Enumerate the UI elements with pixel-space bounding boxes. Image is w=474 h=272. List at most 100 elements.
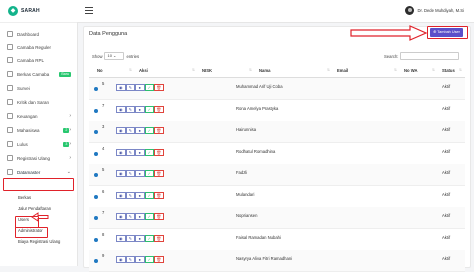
- column-header-aksi[interactable]: Aksi: [139, 68, 148, 73]
- sidebar-subitem-biaya-registrasi-ulang[interactable]: Biaya Registrasi Ulang: [18, 238, 60, 246]
- sidebar-subitem-jalur-pendaftaran[interactable]: Jalur Pendaftaran: [18, 205, 51, 213]
- view-button[interactable]: ◉: [116, 84, 126, 91]
- view-button[interactable]: ◉: [116, 170, 126, 177]
- user-button[interactable]: ●: [135, 213, 145, 220]
- row-expand-icon[interactable]: [94, 259, 98, 263]
- search-input[interactable]: [400, 52, 460, 60]
- edit-button[interactable]: ✎: [125, 148, 135, 156]
- table-row: 4 ◉ ✎ ● ✓ 🗑 Rodhatul Romadhina Aktif: [89, 143, 465, 165]
- user-button[interactable]: ●: [135, 84, 145, 91]
- user-button[interactable]: ●: [135, 191, 145, 199]
- edit-button[interactable]: ✎: [125, 191, 135, 199]
- sort-icon[interactable]: ⇅: [192, 68, 195, 72]
- edit-button[interactable]: ✎: [125, 256, 135, 263]
- view-button[interactable]: ◉: [116, 191, 126, 199]
- user-button[interactable]: ●: [135, 105, 145, 113]
- sidebar-item-camaba-reguler[interactable]: Camaba Reguler: [0, 41, 77, 53]
- sort-icon[interactable]: ⇅: [129, 68, 132, 72]
- user-button[interactable]: ●: [135, 127, 145, 134]
- edit-button[interactable]: ✎: [125, 170, 135, 177]
- check-button[interactable]: ✓: [144, 127, 154, 134]
- view-button[interactable]: ◉: [116, 148, 126, 156]
- row-expand-icon[interactable]: [94, 194, 98, 199]
- avatar[interactable]: [405, 6, 415, 15]
- check-button[interactable]: ✓: [144, 170, 154, 177]
- sidebar-item-label: Keuangan: [17, 113, 38, 119]
- delete-button[interactable]: 🗑: [154, 170, 164, 177]
- sidebar-item-survei[interactable]: Survei: [0, 82, 77, 94]
- user-button[interactable]: ●: [135, 170, 145, 177]
- view-button[interactable]: ◉: [116, 234, 126, 242]
- edit-button[interactable]: ✎: [125, 234, 135, 242]
- delete-button[interactable]: 🗑: [154, 234, 164, 242]
- column-header-no-wa[interactable]: No WA: [404, 68, 418, 73]
- sort-icon[interactable]: ⇅: [459, 68, 462, 72]
- lulus-icon: [7, 141, 13, 147]
- delete-button[interactable]: 🗑: [154, 105, 164, 113]
- user-button[interactable]: ●: [135, 148, 145, 156]
- column-header-email[interactable]: Email: [337, 68, 348, 73]
- delete-button[interactable]: 🗑: [154, 127, 164, 134]
- table-row: 7 ◉ ✎ ● ✓ 🗑 Rona Amelya Prastyka Aktif: [89, 100, 465, 122]
- status-cell: Aktif: [442, 105, 451, 111]
- sidebar-item-datamaster[interactable]: Datamaster ⌄: [0, 166, 77, 178]
- check-button[interactable]: ✓: [144, 256, 154, 263]
- user-name[interactable]: Dr. Dede Muhdiyah, M.Si: [417, 8, 464, 13]
- sort-icon[interactable]: ⇅: [249, 68, 252, 72]
- delete-button[interactable]: 🗑: [154, 148, 164, 156]
- sidebar-item-camaba-rpl[interactable]: Camaba RPL: [0, 54, 77, 66]
- sort-icon[interactable]: ⇅: [432, 68, 435, 72]
- sidebar-item-berkas-camaba[interactable]: Berkas Camaba Baru: [0, 68, 77, 80]
- row-expand-icon[interactable]: [94, 130, 98, 134]
- view-button[interactable]: ◉: [116, 127, 126, 134]
- edit-icon: ✎: [128, 106, 132, 112]
- row-expand-icon[interactable]: [94, 173, 98, 177]
- sidebar-subitem-berkas[interactable]: Berkas: [18, 194, 31, 202]
- check-button[interactable]: ✓: [144, 213, 154, 220]
- column-header-status[interactable]: Status: [442, 68, 455, 73]
- view-button[interactable]: ◉: [116, 213, 126, 220]
- search-label: Search:: [384, 53, 399, 59]
- user-menu[interactable]: Dr. Dede Muhdiyah, M.Si: [405, 6, 464, 15]
- sidebar-subitem-administrator[interactable]: Administrator: [18, 227, 43, 235]
- sidebar-item-lulus[interactable]: Lulus 3 ›: [0, 138, 77, 150]
- user-button[interactable]: ●: [135, 256, 145, 263]
- edit-button[interactable]: ✎: [125, 84, 135, 91]
- row-expand-icon[interactable]: [94, 237, 98, 242]
- column-header-no[interactable]: No: [97, 68, 103, 73]
- check-button[interactable]: ✓: [144, 84, 154, 91]
- edit-button[interactable]: ✎: [125, 213, 135, 220]
- view-button[interactable]: ◉: [116, 256, 126, 263]
- sort-icon[interactable]: ⇅: [394, 68, 397, 72]
- user-button[interactable]: ●: [135, 234, 145, 242]
- sidebar-item-keuangan[interactable]: Keuangan ›: [0, 110, 77, 122]
- check-button[interactable]: ✓: [144, 234, 154, 242]
- check-button[interactable]: ✓: [144, 191, 154, 199]
- row-expand-icon[interactable]: [94, 108, 98, 113]
- delete-button[interactable]: 🗑: [154, 213, 164, 220]
- view-button[interactable]: ◉: [116, 105, 126, 113]
- sidebar-item-dashboard[interactable]: Dashboard: [0, 28, 77, 40]
- brand[interactable]: ◆ SARAH: [0, 0, 77, 23]
- row-expand-icon[interactable]: [94, 216, 98, 220]
- sidebar-item-registrasi-ulang[interactable]: Registrasi Ulang ›: [0, 152, 77, 164]
- delete-button[interactable]: 🗑: [154, 191, 164, 199]
- delete-button[interactable]: 🗑: [154, 84, 164, 91]
- page-size-select[interactable]: 10 ⌄: [104, 52, 125, 60]
- column-header-nama[interactable]: Nama: [259, 68, 270, 73]
- edit-button[interactable]: ✎: [125, 105, 135, 113]
- sidebar-item-mahasiswa[interactable]: Mahasiswa 2 ›: [0, 124, 77, 136]
- delete-button[interactable]: 🗑: [154, 256, 164, 263]
- highlight-add-button: [427, 26, 468, 39]
- sidebar-item-kritik-dan-saran[interactable]: Kritik dan Saran: [0, 96, 77, 108]
- edit-button[interactable]: ✎: [125, 127, 135, 134]
- sort-icon[interactable]: ⇅: [327, 68, 330, 72]
- check-button[interactable]: ✓: [144, 148, 154, 156]
- sidebar-subitem-users[interactable]: Users: [18, 216, 29, 224]
- row-expand-icon[interactable]: [94, 151, 98, 156]
- column-header-nisk[interactable]: NISK: [202, 68, 212, 73]
- row-expand-icon[interactable]: [94, 87, 98, 91]
- check-button[interactable]: ✓: [144, 105, 154, 113]
- menu-toggle-icon[interactable]: [85, 7, 93, 14]
- user-icon: ●: [138, 214, 141, 219]
